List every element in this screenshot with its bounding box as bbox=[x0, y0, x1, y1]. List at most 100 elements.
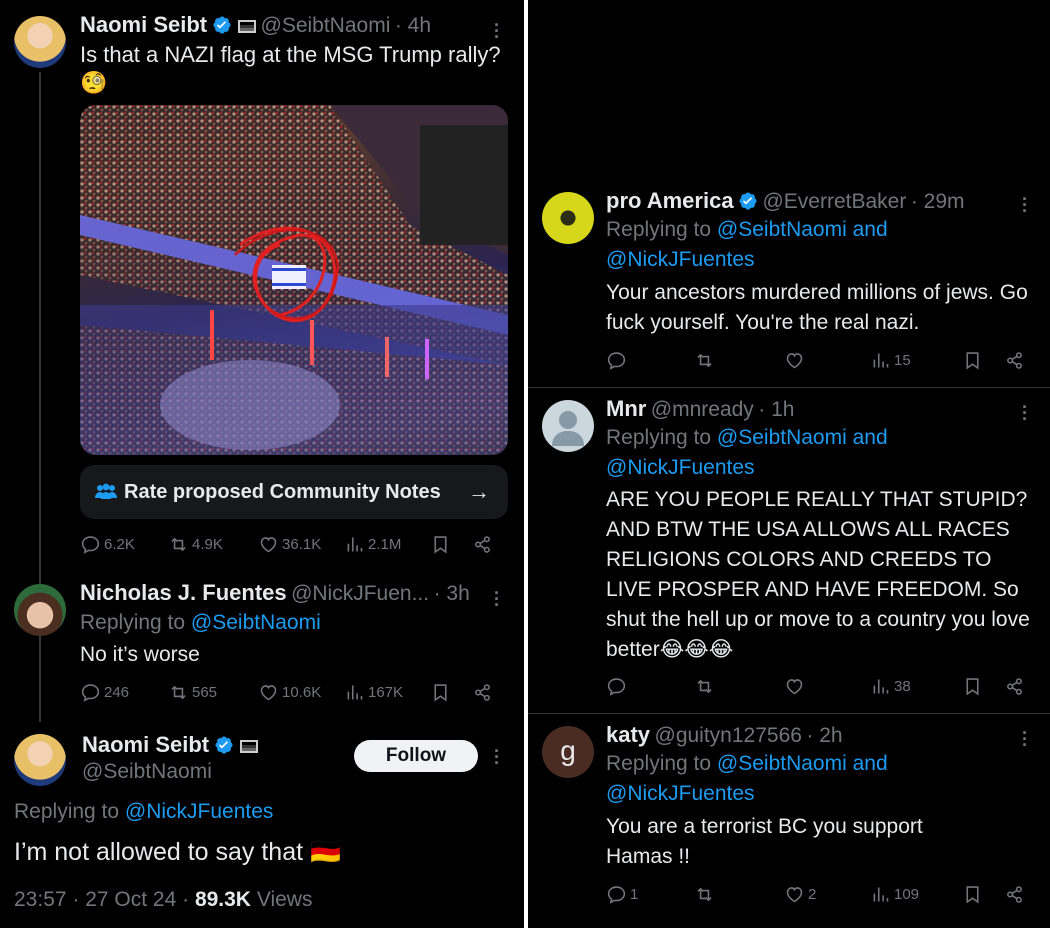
author-name[interactable]: pro America bbox=[606, 188, 734, 213]
replying-to: Replying to @SeibtNaomi and @NickJFuente… bbox=[606, 749, 1026, 809]
author-name[interactable]: Mnr bbox=[606, 396, 646, 421]
share-button[interactable] bbox=[1004, 350, 1028, 371]
bookmark-button[interactable] bbox=[962, 884, 1004, 905]
replying-prefix: Replying to bbox=[606, 752, 712, 775]
views-button[interactable]: 167K bbox=[344, 682, 430, 703]
share-icon bbox=[475, 684, 490, 701]
retweet-button[interactable] bbox=[694, 884, 784, 905]
tweet-actions: 246 565 10.6K 167K bbox=[80, 682, 500, 703]
heart-icon bbox=[786, 353, 803, 369]
share-button[interactable] bbox=[1004, 676, 1028, 697]
tweet-time[interactable]: · 4h bbox=[395, 14, 431, 37]
share-button[interactable] bbox=[472, 534, 496, 555]
avatar[interactable] bbox=[14, 584, 66, 636]
tweet-time[interactable]: · 2h bbox=[806, 724, 842, 747]
tweet-time[interactable]: · 1h bbox=[758, 398, 794, 421]
share-button[interactable] bbox=[472, 682, 496, 703]
tweet-header: pro America @EverretBaker · 29m bbox=[606, 188, 965, 214]
reply-button[interactable]: 1 bbox=[606, 884, 694, 905]
views-icon bbox=[873, 353, 889, 368]
tweet-text: No it’s worse bbox=[80, 643, 200, 666]
replying-to: Replying to @SeibtNaomi and @NickJFuente… bbox=[606, 423, 1026, 483]
arrow-right-icon: → bbox=[468, 479, 490, 504]
bookmark-button[interactable] bbox=[962, 676, 1004, 697]
like-button[interactable] bbox=[784, 676, 870, 697]
tweet-image[interactable] bbox=[80, 105, 508, 455]
mention-link[interactable]: @SeibtNaomi and bbox=[717, 752, 888, 775]
more-options-icon[interactable]: · · · bbox=[494, 584, 500, 614]
retweet-icon bbox=[171, 537, 186, 552]
views-button[interactable]: 2.1M bbox=[344, 534, 430, 555]
tweet-time[interactable]: · 29m bbox=[911, 190, 965, 213]
tweet-text: I’m not allowed to say that 🇩🇪 bbox=[14, 838, 342, 866]
tweet-text: ARE YOU PEOPLE REALLY THAT STUPID? AND B… bbox=[606, 488, 1030, 661]
bookmark-icon bbox=[434, 684, 447, 702]
replying-to: Replying to @SeibtNaomi and @NickJFuente… bbox=[606, 215, 1026, 275]
share-icon bbox=[475, 536, 490, 553]
more-options-icon[interactable]: · · · bbox=[494, 16, 500, 46]
retweet-button[interactable] bbox=[694, 676, 784, 697]
heart-icon bbox=[260, 537, 277, 553]
author-name[interactable]: Naomi Seibt bbox=[80, 12, 207, 37]
more-options-icon[interactable]: · · · bbox=[1022, 724, 1028, 754]
author-handle[interactable]: @SeibtNaomi bbox=[261, 14, 391, 37]
mention-link[interactable]: @NickJFuentes bbox=[606, 456, 755, 479]
tweet-time[interactable]: · 3h bbox=[434, 582, 470, 605]
views-button[interactable]: 109 bbox=[870, 884, 962, 905]
tweet-actions: 6.2K 4.9K 36.1K 2.1M bbox=[80, 534, 500, 555]
author-handle[interactable]: @SeibtNaomi bbox=[82, 760, 212, 784]
mention-link[interactable]: @NickJFuentes bbox=[606, 782, 755, 805]
author-name[interactable]: Naomi Seibt bbox=[82, 732, 209, 757]
retweet-button[interactable] bbox=[694, 350, 784, 371]
follow-button[interactable]: Follow bbox=[354, 740, 478, 772]
reply-button[interactable]: 6.2K bbox=[80, 534, 168, 555]
community-notes-button[interactable]: Rate proposed Community Notes → bbox=[80, 465, 508, 519]
reply-icon bbox=[607, 352, 626, 370]
views-count: 89.3K bbox=[194, 888, 251, 911]
reply-button[interactable]: 246 bbox=[80, 682, 168, 703]
like-button[interactable]: 36.1K bbox=[258, 534, 344, 555]
more-options-icon[interactable]: · · · bbox=[1022, 190, 1028, 220]
bookmark-button[interactable] bbox=[962, 350, 1004, 371]
bookmark-button[interactable] bbox=[430, 534, 472, 555]
more-options-icon[interactable]: · · · bbox=[1022, 398, 1028, 428]
more-options-icon[interactable]: · · · bbox=[494, 742, 500, 772]
mention-link[interactable]: @SeibtNaomi and bbox=[717, 426, 888, 449]
mention-link[interactable]: @NickJFuentes bbox=[125, 800, 274, 823]
like-button[interactable] bbox=[784, 350, 870, 371]
like-button[interactable]: 10.6K bbox=[258, 682, 344, 703]
tweet-text: Your ancestors murdered millions of jews… bbox=[606, 281, 1028, 334]
mention-link[interactable]: @SeibtNaomi bbox=[191, 611, 321, 634]
retweet-button[interactable]: 565 bbox=[168, 682, 258, 703]
replying-to: Replying to @NickJFuentes bbox=[14, 797, 273, 827]
views-button[interactable]: 15 bbox=[870, 350, 962, 371]
author-handle[interactable]: @mnready bbox=[651, 398, 754, 421]
crowd-photo bbox=[80, 105, 508, 455]
avatar[interactable] bbox=[542, 192, 594, 244]
mention-link[interactable]: @NickJFuentes bbox=[606, 248, 755, 271]
avatar[interactable] bbox=[542, 400, 594, 452]
avatar[interactable] bbox=[14, 734, 66, 786]
author-handle[interactable]: @EverretBaker bbox=[762, 190, 906, 213]
views-button[interactable]: 38 bbox=[870, 676, 962, 697]
retweet-icon bbox=[697, 679, 712, 694]
like-button[interactable]: 2 bbox=[784, 884, 870, 905]
share-icon bbox=[1007, 678, 1022, 695]
author-name[interactable]: Nicholas J. Fuentes bbox=[80, 580, 287, 605]
bookmark-button[interactable] bbox=[430, 682, 472, 703]
share-button[interactable] bbox=[1004, 884, 1028, 905]
tweet-timestamp[interactable]: 23:57 · 27 Oct 24 · bbox=[14, 888, 195, 911]
mention-link[interactable]: @SeibtNaomi and bbox=[717, 218, 888, 241]
share-icon bbox=[1007, 886, 1022, 903]
reply-button[interactable] bbox=[606, 350, 694, 371]
left-screenshot: Naomi Seibt @SeibtNaomi · 4h · · · Is that… bbox=[0, 0, 524, 928]
avatar[interactable] bbox=[14, 16, 66, 68]
author-handle[interactable]: @guityn127566 bbox=[655, 724, 802, 747]
avatar[interactable]: g bbox=[542, 726, 594, 778]
retweet-button[interactable]: 4.9K bbox=[168, 534, 258, 555]
views-count: 2.1M bbox=[368, 536, 402, 553]
right-screenshot: pro America @EverretBaker · 29m · · · Repl… bbox=[528, 0, 1050, 928]
author-name[interactable]: katy bbox=[606, 722, 650, 747]
author-handle[interactable]: @NickJFuen... bbox=[291, 582, 429, 605]
reply-button[interactable] bbox=[606, 676, 694, 697]
